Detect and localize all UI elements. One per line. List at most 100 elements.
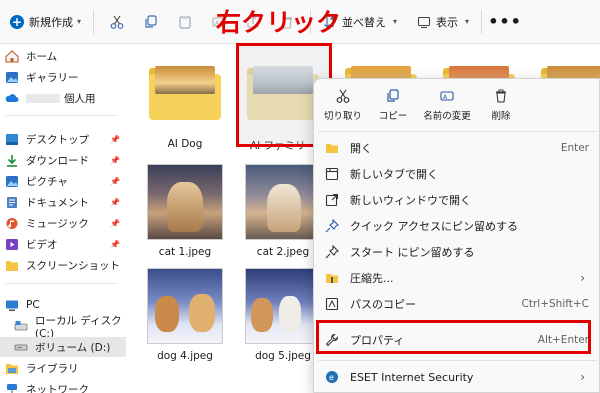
gallery-icon [6, 71, 18, 83]
menu-item-open-new-window[interactable]: 新しいウィンドウで開く [314, 187, 600, 213]
annotation-right-click: 右クリック [216, 8, 342, 37]
copy-button[interactable] [134, 7, 168, 37]
chevron-right-icon: › [580, 271, 585, 285]
new-button[interactable]: + 新規作成 ▾ [4, 7, 87, 37]
file-explorer-window: + 新規作成 ▾ A 並べ替え ▾ 表示 ▾ ••• 右クリック ホーム ギャラ… [0, 0, 600, 393]
scissors-icon [110, 15, 124, 29]
menu-item-label: スタート にピン留めする [350, 246, 475, 259]
pin-icon: 📌 [110, 176, 120, 186]
sidebar-item-label: 個人用 [64, 92, 96, 105]
pin-icon: 📌 [110, 239, 120, 249]
properties-highlight-box [316, 320, 591, 354]
paste-button[interactable] [168, 7, 202, 37]
cloud-icon [5, 93, 19, 102]
pin-icon: 📌 [110, 197, 120, 207]
disk-icon [14, 344, 28, 350]
folder-icon [149, 66, 221, 120]
pin-icon: 📌 [110, 134, 120, 144]
sidebar-item-label: ピクチャ [26, 175, 68, 188]
new-window-icon [324, 192, 340, 208]
image-thumbnail [145, 162, 225, 242]
cut-action-label: 切り取り [323, 111, 362, 122]
copy-icon [145, 14, 157, 28]
more-options-button[interactable]: ••• [488, 7, 522, 37]
sidebar-divider [5, 283, 117, 284]
zip-icon [324, 270, 340, 286]
navigation-pane: ホーム ギャラリー 個人用 デスクトップ 📌 ダウンロード 📌 ピクチャ 📌 ド… [0, 44, 126, 393]
sidebar-item-label: スクリーンショット [26, 259, 120, 272]
sidebar-divider [5, 115, 117, 116]
menu-item-pin-quick-access[interactable]: クイック アクセスにピン留めする [314, 213, 600, 239]
menu-item-label: 新しいウィンドウで開く [350, 194, 471, 207]
disk-icon [14, 320, 28, 330]
sidebar-item-gallery[interactable]: ギャラリー [0, 67, 126, 87]
chevron-right-icon: › [580, 370, 585, 384]
pin-start-icon [324, 244, 340, 260]
scissors-icon [336, 89, 350, 103]
sidebar-item-home[interactable]: ホーム [0, 46, 126, 66]
sidebar-item-label: デスクトップ [26, 133, 89, 146]
cut-button[interactable] [100, 7, 134, 37]
sidebar-item-documents[interactable]: ドキュメント 📌 [0, 192, 126, 212]
sidebar-item-videos[interactable]: ビデオ 📌 [0, 234, 126, 254]
sidebar-item-onedrive[interactable]: 個人用 [0, 88, 126, 108]
open-icon [324, 140, 340, 156]
sidebar-item-desktop[interactable]: デスクトップ 📌 [0, 129, 126, 149]
context-menu-quick-actions: 切り取り コピー A 名前の変更 削除 [314, 79, 600, 131]
rename-action[interactable]: A 名前の変更 [418, 79, 476, 131]
network-icon [7, 383, 17, 393]
rename-action-label: 名前の変更 [423, 111, 471, 122]
new-button-label: 新規作成 [29, 15, 73, 29]
menu-item-compress-to[interactable]: 圧縮先... › [314, 265, 600, 291]
menu-item-open[interactable]: 開く Enter [314, 135, 600, 161]
menu-item-copy-path[interactable]: パスのコピー Ctrl+Shift+C [314, 291, 600, 317]
menu-item-open-new-tab[interactable]: 新しいタブで開く [314, 161, 600, 187]
sidebar-item-libraries[interactable]: ライブラリ [0, 358, 126, 378]
pc-icon [6, 300, 18, 311]
delete-action-label: 削除 [491, 111, 511, 122]
sidebar-item-label: ビデオ [26, 238, 58, 251]
sidebar-item-label: PC [26, 299, 40, 311]
menu-item-label: ESET Internet Security [350, 370, 474, 384]
sidebar-item-screenshots[interactable]: スクリーンショット [0, 255, 126, 275]
copy-action[interactable]: コピー [368, 79, 418, 131]
chevron-down-icon: ▾ [465, 17, 470, 26]
toolbar-divider [481, 9, 483, 34]
image-item[interactable]: dog 4.jpeg [142, 266, 228, 362]
sidebar-item-label: ホーム [26, 50, 58, 63]
sidebar-item-drive-d[interactable]: ボリューム (D:) [0, 337, 126, 357]
menu-item-shortcut: Ctrl+Shift+C [521, 298, 589, 310]
folder-thumbnail [145, 54, 225, 134]
menu-item-eset[interactable]: e ESET Internet Security › [314, 364, 600, 390]
image-thumbnail [243, 266, 323, 346]
sidebar-item-label: ボリューム (D:) [35, 341, 111, 354]
sort-button-label: 並べ替え [342, 15, 387, 29]
menu-item-label: 新しいタブで開く [350, 168, 438, 181]
image-thumbnail [243, 162, 323, 242]
redacted-name [26, 93, 60, 103]
sidebar-item-music[interactable]: ミュージック 📌 [0, 213, 126, 233]
delete-action[interactable]: 削除 [476, 79, 526, 131]
sidebar-item-drive-c[interactable]: ローカル ディスク (C:) [0, 315, 126, 340]
folder-item[interactable]: AI Dog [142, 54, 228, 150]
pictures-icon [6, 175, 18, 187]
sidebar-item-label: ミュージック [26, 217, 89, 230]
pin-icon [324, 218, 340, 234]
new-tab-icon [324, 166, 340, 182]
paste-icon [179, 15, 191, 29]
eset-icon: e [324, 369, 340, 385]
image-thumbnail [145, 266, 225, 346]
menu-item-pin-start[interactable]: スタート にピン留めする [314, 239, 600, 265]
sidebar-item-pictures[interactable]: ピクチャ 📌 [0, 171, 126, 191]
cut-action[interactable]: 切り取り [318, 79, 368, 131]
menu-divider [318, 360, 597, 361]
sidebar-item-label: ライブラリ [26, 362, 79, 375]
image-item[interactable]: cat 1.jpeg [142, 162, 228, 258]
menu-item-label: 開く [350, 142, 372, 155]
view-button[interactable]: 表示 ▾ [411, 7, 475, 37]
file-name: cat 1.jpeg [158, 246, 212, 258]
sidebar-item-label: ダウンロード [26, 154, 89, 167]
sidebar-item-downloads[interactable]: ダウンロード 📌 [0, 150, 126, 170]
rename-icon: A [440, 91, 454, 101]
sidebar-item-network[interactable]: ネットワーク [0, 379, 126, 393]
